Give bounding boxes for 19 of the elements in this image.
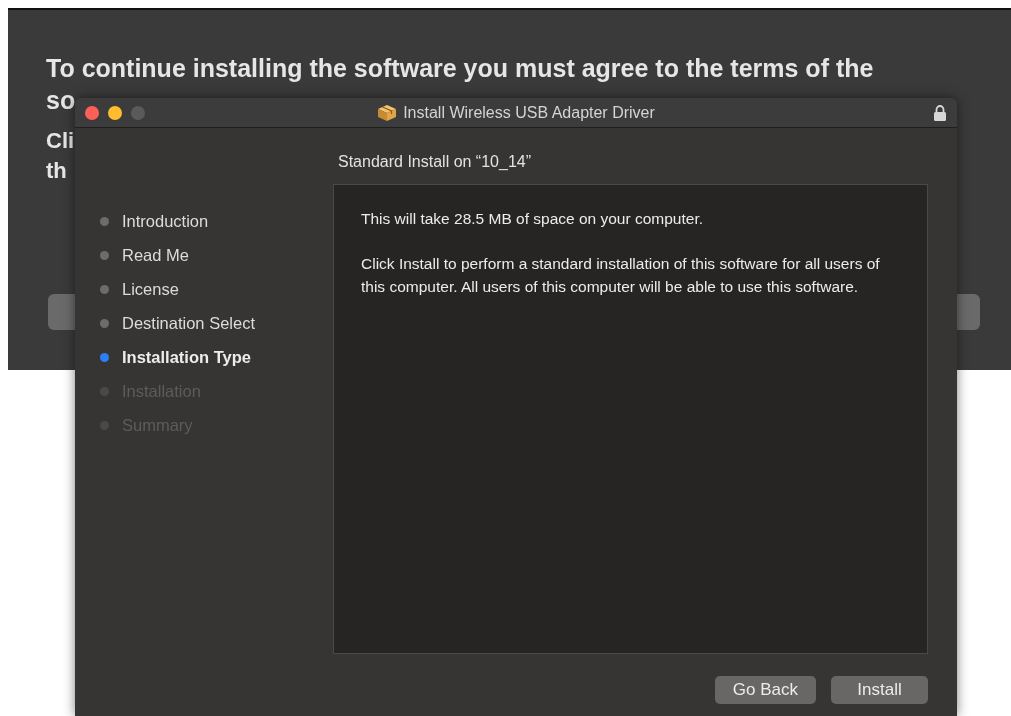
step-label: Installation Type xyxy=(122,347,251,369)
sheet-heading: so xyxy=(46,85,76,116)
info-text: Click Install to perform a standard installation of this software for all users of this computer. All users of this computer will be able to use this software. xyxy=(361,254,881,297)
sheet-text: Cli xyxy=(46,127,75,155)
step-label: Introduction xyxy=(122,211,209,233)
step-label: License xyxy=(122,279,179,301)
package-icon xyxy=(377,103,398,122)
step-label: Destination Select xyxy=(122,313,255,335)
step-label: Read Me xyxy=(122,245,189,267)
window-title: Install Wireless USB Adapter Driver xyxy=(403,102,655,123)
install-button[interactable]: Install xyxy=(831,676,928,704)
close-button[interactable] xyxy=(85,105,99,120)
sheet-heading: To continue installing the software you must agree to the terms of the xyxy=(46,53,875,84)
minimize-button[interactable] xyxy=(108,105,122,120)
content-heading: Standard Install on “10_14” xyxy=(338,152,531,172)
back-button[interactable]: Go Back xyxy=(714,676,816,704)
lock-icon xyxy=(933,103,947,122)
info-text: This will take 28.5 MB of space on your computer. xyxy=(361,209,705,229)
sheet-text: th xyxy=(46,157,67,185)
